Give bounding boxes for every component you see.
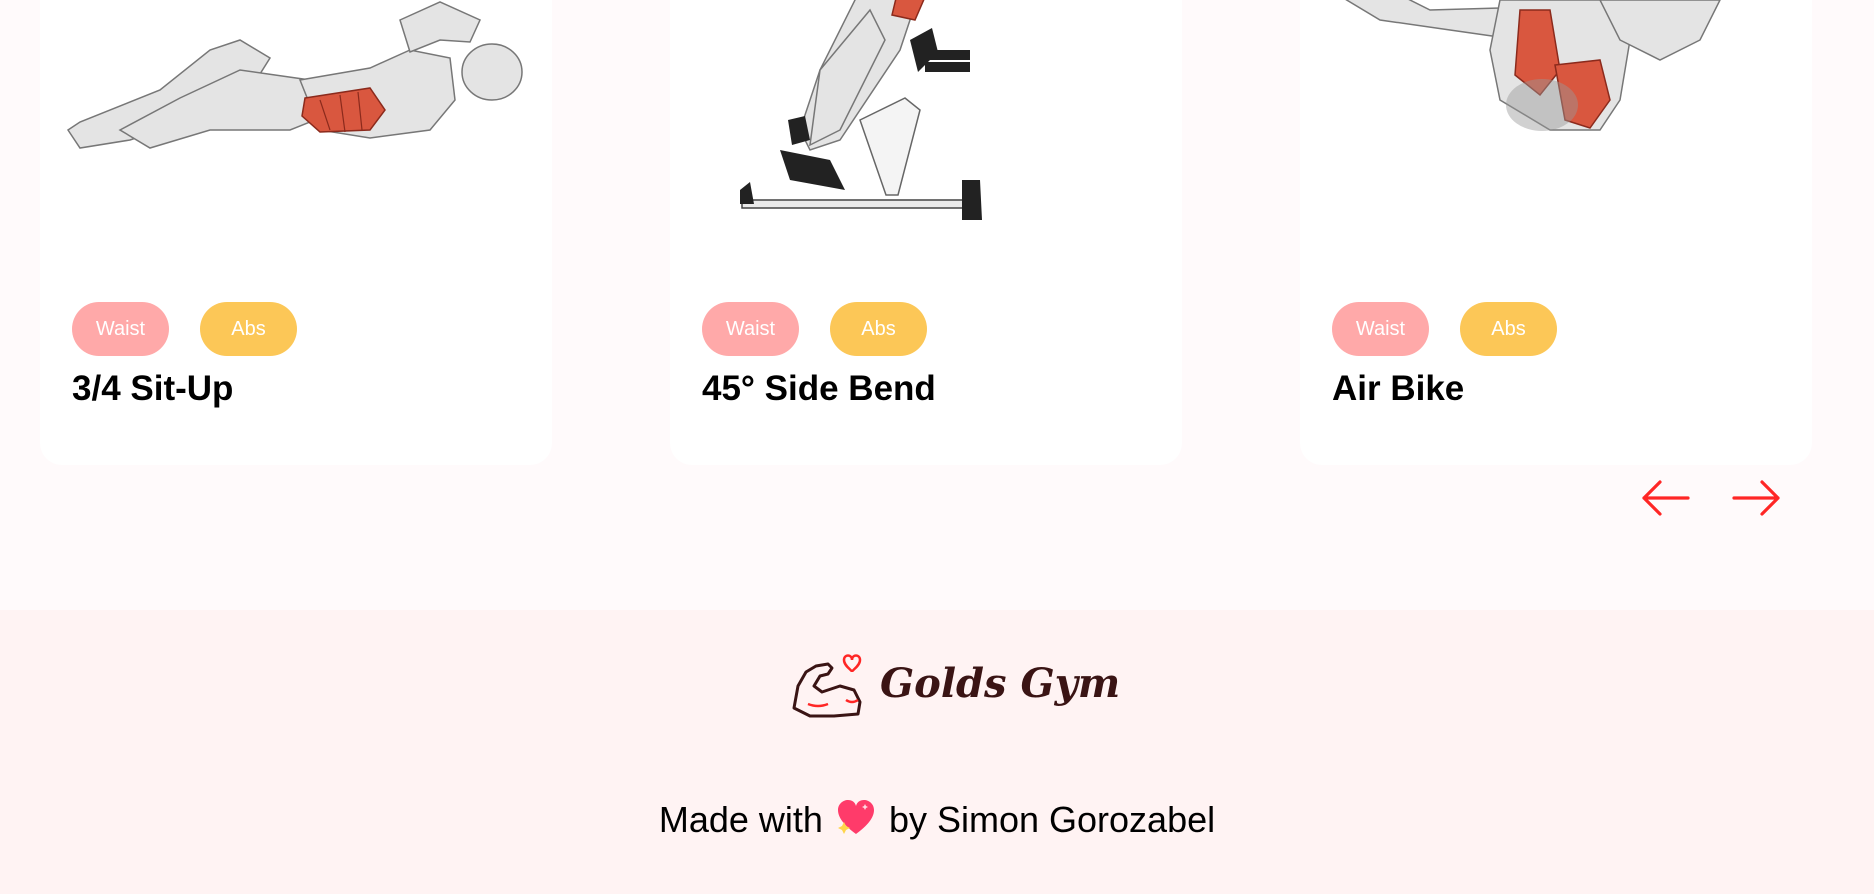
brand-name[interactable]: Golds Gym — [880, 660, 1120, 707]
flexed-arm-logo-icon — [792, 654, 862, 718]
footer-credit: Made with by Simon Gorozabel — [0, 798, 1874, 847]
exercise-card[interactable]: Waist Abs 45° Side Bend — [670, 0, 1182, 465]
exercise-title: Air Bike — [1332, 369, 1465, 408]
air-bike-illustration — [1345, 0, 1721, 131]
exercise-card[interactable]: Waist Abs Air Bike — [1300, 0, 1812, 465]
exercise-title: 45° Side Bend — [702, 369, 936, 408]
tag-waist[interactable]: Waist — [72, 302, 169, 356]
tag-waist[interactable]: Waist — [1332, 302, 1429, 356]
arrow-left-icon[interactable] — [1640, 474, 1692, 522]
exercise-carousel: Waist Abs 3/4 Sit-Up Waist Abs 45° Side … — [0, 0, 1874, 610]
tag-abs[interactable]: Abs — [200, 302, 297, 356]
site-footer: Golds Gym Made with by Simon Gorozabel — [0, 610, 1874, 894]
tag-waist[interactable]: Waist — [702, 302, 799, 356]
sparkling-heart-icon — [835, 798, 877, 847]
tag-abs[interactable]: Abs — [1460, 302, 1557, 356]
side-bend-illustration — [740, 0, 982, 220]
credit-suffix: by Simon Gorozabel — [888, 799, 1216, 840]
exercise-card[interactable]: Waist Abs 3/4 Sit-Up — [40, 0, 552, 465]
tag-abs[interactable]: Abs — [830, 302, 927, 356]
credit-prefix: Made with — [658, 799, 823, 840]
situp-illustration — [66, 1, 523, 149]
exercise-title: 3/4 Sit-Up — [72, 369, 234, 408]
arrow-right-icon[interactable] — [1730, 474, 1782, 522]
